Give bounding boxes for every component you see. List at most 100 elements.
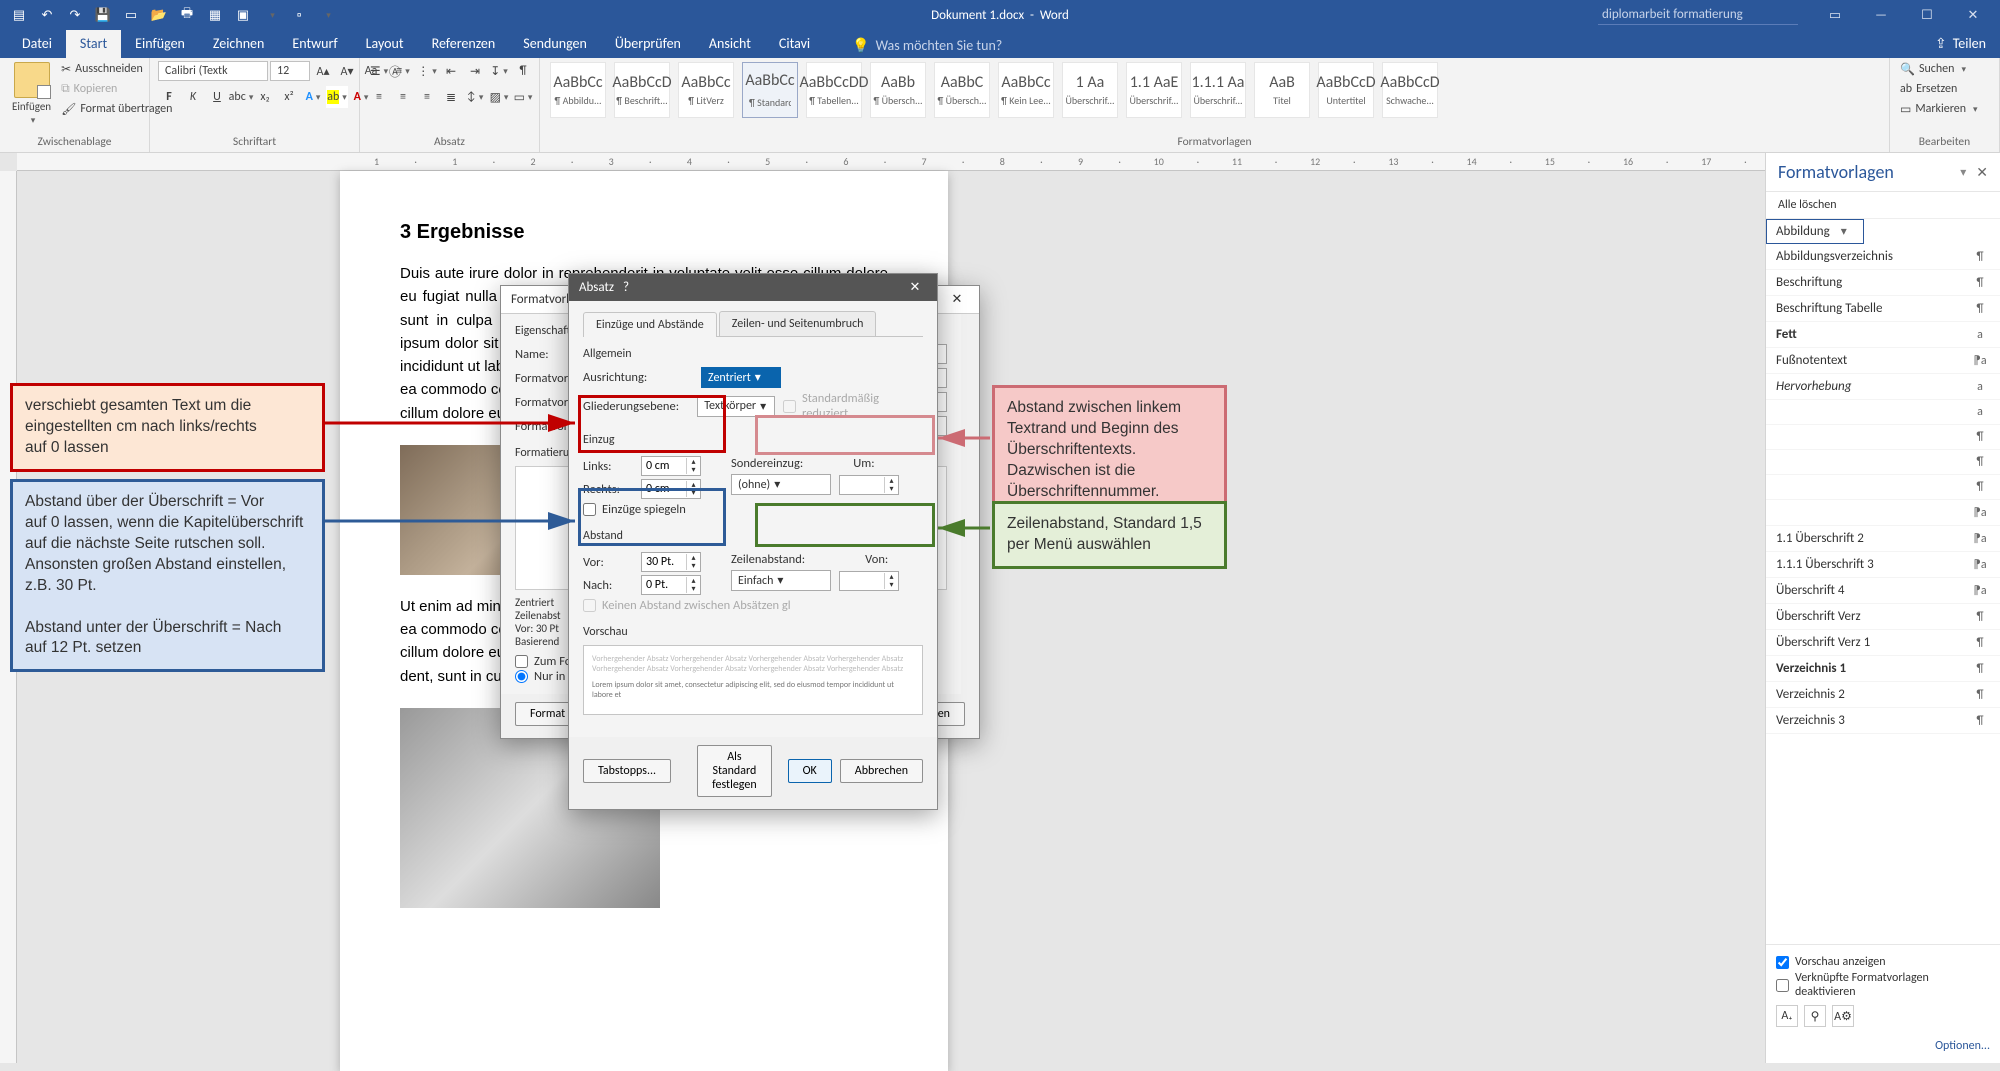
qat-dropdown-icon[interactable] bbox=[314, 2, 340, 28]
mirror-indents-checkbox[interactable]: Einzüge spiegeln bbox=[583, 502, 923, 517]
tab-referenzen[interactable]: Referenzen bbox=[418, 29, 510, 58]
font-size-select[interactable]: 12 bbox=[270, 61, 310, 81]
special-indent-select[interactable]: (ohne)▾ bbox=[731, 474, 831, 495]
close-icon[interactable]: ✕ bbox=[1976, 164, 1988, 181]
tab-datei[interactable]: Datei bbox=[8, 29, 66, 58]
indent-decrease-icon[interactable]: ⇤ bbox=[440, 60, 462, 82]
style-list-item[interactable]: Beschriftung Tabelle¶ bbox=[1766, 296, 2000, 322]
style-gallery-item[interactable]: AaBbCc¶ Kein Lee... bbox=[998, 62, 1054, 118]
align-left-icon[interactable]: ≡ bbox=[368, 86, 390, 108]
style-list-item[interactable]: Fetta bbox=[1766, 322, 2000, 348]
style-gallery-item[interactable]: AaBbCcDD¶ Tabellen... bbox=[806, 62, 862, 118]
qat-word-icon[interactable]: ▤ bbox=[6, 2, 32, 28]
show-marks-icon[interactable]: ¶ bbox=[512, 60, 534, 82]
bullets-icon[interactable]: ☰ bbox=[368, 60, 390, 82]
strike-icon[interactable]: abc bbox=[230, 86, 252, 108]
subscript-icon[interactable]: x₂ bbox=[254, 86, 276, 108]
style-gallery-item[interactable]: AaBbCcDSchwache... bbox=[1382, 62, 1438, 118]
style-list-item[interactable]: Verzeichnis 1¶ bbox=[1766, 656, 2000, 682]
tab-indents[interactable]: Einzüge und Abstände bbox=[583, 312, 717, 337]
tab-sendungen[interactable]: Sendungen bbox=[509, 29, 601, 58]
disable-linked-checkbox[interactable]: Verknüpfte Formatvorlagen deaktivieren bbox=[1776, 971, 1990, 999]
highlight-icon[interactable]: ab bbox=[326, 86, 348, 108]
options-link[interactable]: Optionen... bbox=[1766, 1035, 2000, 1063]
font-family-select[interactable]: Calibri (Textk bbox=[158, 61, 268, 81]
new-style-icon[interactable]: A₊ bbox=[1776, 1005, 1798, 1027]
style-list-item[interactable]: Beschriftung¶ bbox=[1766, 270, 2000, 296]
line-spacing-at-spinner[interactable]: ▴▾ bbox=[839, 571, 899, 591]
style-gallery-item[interactable]: AaBbCc¶ Standard bbox=[742, 62, 798, 118]
tab-pagebreaks[interactable]: Zeilen- und Seitenumbruch bbox=[719, 311, 877, 336]
find-button[interactable]: 🔍Suchen bbox=[1898, 60, 1980, 78]
title-search-input[interactable]: diplomarbeit formatierung bbox=[1598, 5, 1798, 25]
style-gallery-item[interactable]: AaBbCcD¶ Beschrift... bbox=[614, 62, 670, 118]
style-gallery-item[interactable]: AaBbCc¶ Abbildu... bbox=[550, 62, 606, 118]
line-spacing-select[interactable]: Einfach▾ bbox=[731, 570, 831, 591]
style-list-item[interactable]: Überschrift 4⁋a bbox=[1766, 578, 2000, 604]
multilevel-icon[interactable]: ⋮ bbox=[416, 60, 438, 82]
cancel-button[interactable]: Abbrechen bbox=[840, 759, 923, 783]
alignment-select[interactable]: Zentriert▾ bbox=[701, 367, 781, 388]
indent-left-spinner[interactable]: ▴▾ bbox=[641, 456, 701, 476]
qat-print-icon[interactable]: 🖶 bbox=[174, 2, 200, 28]
style-list-item[interactable]: Abbildung▾ bbox=[1766, 219, 1864, 244]
align-center-icon[interactable]: ≡ bbox=[392, 86, 414, 108]
ruler-horizontal[interactable]: 1·1·2·3·4·5·6·7·8·9·10·11·12·13·14·15·16… bbox=[17, 153, 1765, 171]
style-gallery-item[interactable]: AaBbCcDUntertitel bbox=[1318, 62, 1374, 118]
style-inspector-icon[interactable]: ⚲ bbox=[1804, 1005, 1826, 1027]
style-gallery-item[interactable]: AaBb¶ Übersch... bbox=[870, 62, 926, 118]
style-list-item[interactable]: 1.1 Überschrift 2⁋a bbox=[1766, 526, 2000, 552]
style-list-item[interactable]: Hervorhebunga bbox=[1766, 374, 2000, 400]
superscript-icon[interactable]: x² bbox=[278, 86, 300, 108]
tabstops-button[interactable]: Tabstopps... bbox=[583, 759, 671, 783]
qat-table-icon[interactable]: ▦ bbox=[202, 2, 228, 28]
style-gallery-item[interactable]: 1 AaÜberschrif... bbox=[1062, 62, 1118, 118]
close-icon[interactable]: ✕ bbox=[1950, 0, 1996, 30]
shrink-font-icon[interactable]: A▾ bbox=[336, 60, 358, 82]
grow-font-icon[interactable]: A▴ bbox=[312, 60, 334, 82]
close-icon[interactable]: ✕ bbox=[945, 292, 969, 307]
indent-increase-icon[interactable]: ⇥ bbox=[464, 60, 486, 82]
tell-me-input[interactable]: 💡 Was möchten Sie tun? bbox=[844, 33, 1010, 58]
clear-all-button[interactable]: Alle löschen bbox=[1766, 192, 2000, 219]
close-icon[interactable]: ✕ bbox=[903, 280, 927, 295]
tab-ueberpruefen[interactable]: Überprüfen bbox=[601, 29, 695, 58]
qat-undo-icon[interactable]: ↶ bbox=[34, 2, 60, 28]
italic-icon[interactable]: K bbox=[182, 86, 204, 108]
style-list-item[interactable]: Verzeichnis 3¶ bbox=[1766, 708, 2000, 734]
tab-einfuegen[interactable]: Einfügen bbox=[121, 29, 199, 58]
align-right-icon[interactable]: ≡ bbox=[416, 86, 438, 108]
style-gallery-item[interactable]: AaBbC¶ Übersch... bbox=[934, 62, 990, 118]
style-list-item[interactable]: ⁋a bbox=[1766, 500, 2000, 526]
qat-save-icon[interactable]: 💾 bbox=[90, 2, 116, 28]
tab-ansicht[interactable]: Ansicht bbox=[695, 29, 765, 58]
numbering-icon[interactable]: ≡ bbox=[392, 60, 414, 82]
justify-icon[interactable]: ≣ bbox=[440, 86, 462, 108]
style-list-item[interactable]: ¶ bbox=[1766, 425, 2000, 450]
space-after-spinner[interactable]: ▴▾ bbox=[641, 575, 701, 595]
share-button[interactable]: ⇪ Teilen bbox=[1921, 29, 2000, 58]
ribbon-options-icon[interactable]: ▭ bbox=[1812, 0, 1858, 30]
style-gallery-item[interactable]: 1.1 AaEÜberschrif... bbox=[1126, 62, 1182, 118]
tab-start[interactable]: Start bbox=[66, 29, 121, 58]
maximize-icon[interactable]: ☐ bbox=[1904, 0, 1950, 30]
qat-redo-icon[interactable]: ↷ bbox=[62, 2, 88, 28]
dialog-paragraph[interactable]: Absatz ? ✕ Einzüge und Abstände Zeilen- … bbox=[568, 273, 938, 810]
set-default-button[interactable]: Als Standard festlegen bbox=[697, 745, 771, 797]
style-gallery-item[interactable]: 1.1.1 AaÜberschrif... bbox=[1190, 62, 1246, 118]
line-spacing-icon[interactable]: ↕ bbox=[464, 86, 486, 108]
tab-layout[interactable]: Layout bbox=[352, 29, 418, 58]
qat-more-icon[interactable] bbox=[258, 2, 284, 28]
space-before-spinner[interactable]: ▴▾ bbox=[641, 552, 701, 572]
qat-open-icon[interactable]: 📂 bbox=[146, 2, 172, 28]
tab-zeichnen[interactable]: Zeichnen bbox=[199, 29, 278, 58]
qat-image-icon[interactable]: ▣ bbox=[230, 2, 256, 28]
borders-icon[interactable]: ▭ bbox=[512, 86, 534, 108]
minimize-icon[interactable]: — bbox=[1858, 0, 1904, 30]
style-list-item[interactable]: Abbildungsverzeichnis¶ bbox=[1766, 244, 2000, 270]
tab-citavi[interactable]: Citavi bbox=[765, 29, 824, 58]
outline-select[interactable]: Textkörper▾ bbox=[697, 396, 775, 417]
style-list-item[interactable]: Überschrift Verz 1¶ bbox=[1766, 630, 2000, 656]
style-list-item[interactable]: a bbox=[1766, 400, 2000, 425]
style-gallery-item[interactable]: AaBbCc¶ LitVerz bbox=[678, 62, 734, 118]
